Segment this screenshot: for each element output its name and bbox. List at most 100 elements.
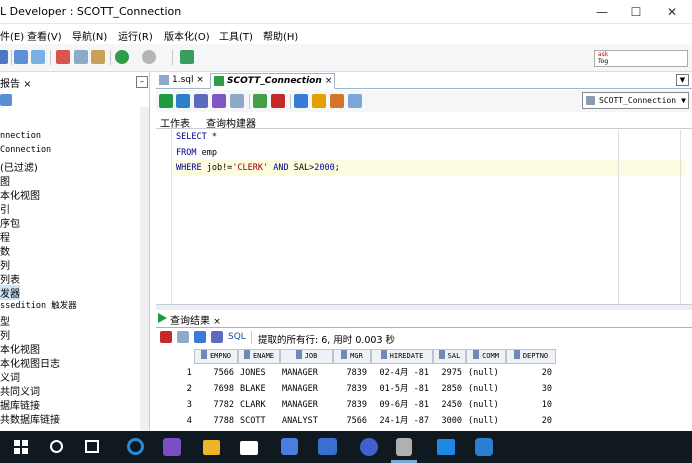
tree-item[interactable]: 本化视图: [0, 341, 40, 356]
sql-worksheet-icon[interactable]: [180, 50, 194, 64]
table-row[interactable]: 4 7788 SCOTT ANALYST 7566 24-1月 -87 3000 (null)…: [156, 413, 692, 429]
table-cell[interactable]: 7788: [194, 413, 234, 429]
table-cell[interactable]: MANAGER: [282, 381, 333, 397]
tree-item[interactable]: ssedition 触发器: [0, 299, 77, 311]
tree-item[interactable]: 型: [0, 313, 10, 328]
window-app-icon[interactable]: [437, 439, 455, 455]
reports-tab-close[interactable]: ×: [23, 79, 31, 90]
search-icon[interactable]: [50, 440, 63, 453]
visual-studio-icon[interactable]: [163, 438, 181, 456]
run-statement-icon[interactable]: [159, 94, 173, 108]
table-cell[interactable]: (null): [468, 381, 506, 397]
tree-item[interactable]: 列: [0, 257, 10, 272]
pin-icon[interactable]: [160, 331, 172, 343]
table-cell[interactable]: MANAGER: [282, 397, 333, 413]
table-cell[interactable]: 2850: [433, 381, 462, 397]
table-cell[interactable]: 7782: [194, 397, 234, 413]
menu-run[interactable]: 运行(R): [118, 28, 153, 43]
format-icon[interactable]: [312, 94, 326, 108]
app-icon[interactable]: [281, 438, 298, 455]
table-cell[interactable]: ANALYST: [282, 413, 333, 429]
table-row[interactable]: 2 7698 BLAKE MANAGER 7839 01-5月 -81 2850 (null)…: [156, 381, 692, 397]
minimize-button[interactable]: —: [584, 0, 620, 24]
tree-item[interactable]: 义词: [0, 369, 20, 384]
menu-view[interactable]: 查看(V): [27, 28, 62, 43]
export-icon[interactable]: [211, 331, 223, 343]
menu-edit[interactable]: 件(E): [0, 28, 24, 43]
table-cell[interactable]: CLARK: [240, 397, 280, 413]
table-cell[interactable]: (null): [468, 413, 506, 429]
reports-tab[interactable]: 报告 ×: [0, 75, 32, 91]
network-app-icon[interactable]: [318, 438, 337, 455]
table-cell[interactable]: 2975: [433, 365, 462, 381]
clear-icon[interactable]: [271, 94, 285, 108]
sql-editor[interactable]: SELECT * FROM emp WHERE job!='CLERK' AND…: [156, 130, 692, 304]
windows-start-icon[interactable]: [14, 440, 28, 454]
editor-scrollbar[interactable]: [680, 130, 690, 304]
table-cell[interactable]: 7839: [333, 365, 367, 381]
filter-icon[interactable]: [0, 94, 12, 106]
redo-icon[interactable]: [31, 50, 45, 64]
table-cell[interactable]: 01-5月 -81: [371, 381, 429, 397]
query-result-close[interactable]: ×: [213, 317, 221, 327]
table-cell[interactable]: 20: [506, 365, 552, 381]
sql-tuning-icon[interactable]: [294, 94, 308, 108]
maximize-button[interactable]: ☐: [618, 0, 654, 24]
refresh-icon[interactable]: [194, 331, 206, 343]
tree-item[interactable]: 列表: [0, 271, 20, 286]
run-script-icon[interactable]: [176, 94, 190, 108]
wps-icon[interactable]: [360, 438, 378, 456]
history-icon[interactable]: [330, 94, 344, 108]
tree-item[interactable]: 本化视图: [0, 187, 40, 202]
print-icon[interactable]: [177, 331, 189, 343]
sql-developer-icon[interactable]: [396, 438, 412, 456]
table-row[interactable]: 3 7782 CLARK MANAGER 7839 09-6月 -81 2450 (null)…: [156, 397, 692, 413]
column-header[interactable]: EMPNO: [194, 349, 238, 364]
explain-plan-icon[interactable]: [230, 94, 244, 108]
table-cell[interactable]: 7839: [333, 381, 367, 397]
tree-item[interactable]: 据库链接: [0, 397, 40, 412]
search-input[interactable]: ask Tog: [594, 50, 688, 67]
table-cell[interactable]: 10: [506, 397, 552, 413]
autotrace-icon[interactable]: [253, 94, 267, 108]
settings-app-icon[interactable]: [475, 438, 493, 456]
tab-scott-connection[interactable]: SCOTT_Connection ×: [210, 73, 335, 89]
table-cell[interactable]: 7839: [333, 397, 367, 413]
tree-item[interactable]: 共数据库链接: [0, 411, 60, 426]
sql-button[interactable]: SQL: [228, 332, 246, 342]
table-cell[interactable]: (null): [468, 397, 506, 413]
connection-select[interactable]: SCOTT_Connection ▼: [582, 92, 689, 109]
table-cell[interactable]: 7698: [194, 381, 234, 397]
tree-item[interactable]: 共同义词: [0, 383, 40, 398]
table-cell[interactable]: 24-1月 -87: [371, 413, 429, 429]
menu-tools[interactable]: 工具(T): [219, 28, 253, 43]
tree-item[interactable]: 数: [0, 243, 10, 258]
forward-icon[interactable]: [142, 50, 156, 64]
table-cell[interactable]: BLAKE: [240, 381, 280, 397]
tree-item[interactable]: 引: [0, 201, 10, 216]
tab-list-dropdown[interactable]: ▼: [676, 74, 689, 86]
back-icon[interactable]: [115, 50, 129, 64]
menu-navigate[interactable]: 导航(N): [72, 28, 107, 43]
column-header[interactable]: HIREDATE: [371, 349, 433, 364]
tree-item[interactable]: 发器: [0, 285, 20, 300]
column-header[interactable]: MGR: [333, 349, 371, 364]
tree-item[interactable]: Connection: [0, 145, 51, 155]
table-cell[interactable]: 7566: [194, 365, 234, 381]
table-cell[interactable]: 2450: [433, 397, 462, 413]
column-header[interactable]: COMM: [466, 349, 506, 364]
cut-icon[interactable]: [56, 50, 70, 64]
table-cell[interactable]: 20: [506, 413, 552, 429]
tab-scott-connection-close[interactable]: ×: [325, 76, 333, 86]
table-row[interactable]: 1 7566 JONES MANAGER 7839 02-4月 -81 2975 (null)…: [156, 365, 692, 381]
table-cell[interactable]: JONES: [240, 365, 280, 381]
tab-query-builder[interactable]: 查询构建器: [206, 115, 256, 130]
tree-item[interactable]: 列: [0, 327, 10, 342]
copy-icon[interactable]: [74, 50, 88, 64]
task-view-icon[interactable]: [85, 440, 99, 453]
table-cell[interactable]: 02-4月 -81: [371, 365, 429, 381]
tab-1-sql[interactable]: 1.sql ×: [156, 73, 208, 89]
column-header[interactable]: SAL: [433, 349, 466, 364]
paste-icon[interactable]: [91, 50, 105, 64]
tree-item[interactable]: (已过滤): [0, 159, 38, 174]
